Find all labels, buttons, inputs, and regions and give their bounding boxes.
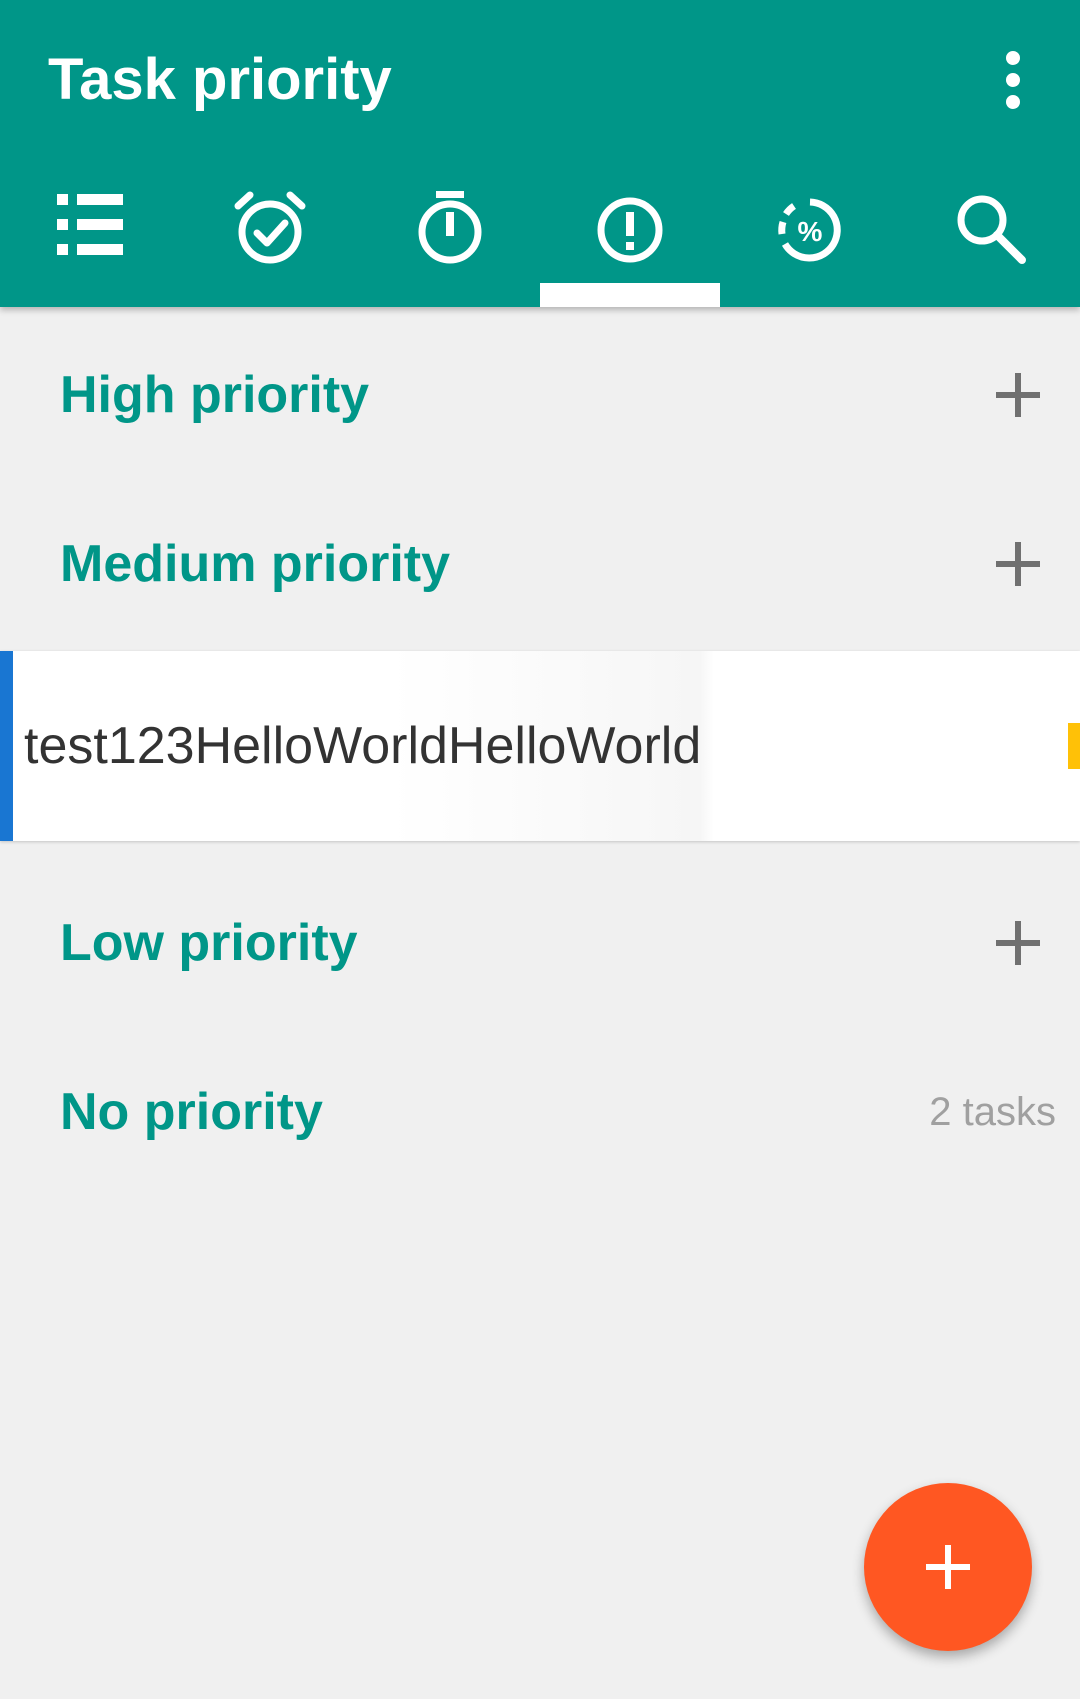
search-icon bbox=[957, 195, 1026, 264]
add-medium-priority-button[interactable] bbox=[990, 536, 1046, 592]
tab-bar: % bbox=[0, 168, 1080, 307]
task-row[interactable]: test123HelloWorldHelloWorld bbox=[0, 651, 1080, 841]
svg-text:%: % bbox=[798, 216, 823, 247]
task-list-color-bar bbox=[0, 651, 13, 841]
section-no-priority[interactable]: No priority 2 tasks bbox=[0, 1032, 1080, 1192]
add-icon bbox=[996, 373, 1040, 417]
tab-priority[interactable] bbox=[540, 168, 720, 307]
list-icon bbox=[57, 194, 123, 255]
add-icon bbox=[996, 921, 1040, 965]
section-title: High priority bbox=[60, 366, 370, 424]
priority-icon bbox=[597, 197, 663, 263]
section-title: Low priority bbox=[60, 914, 358, 972]
task-count: 2 tasks bbox=[929, 1090, 1056, 1134]
tab-timer[interactable] bbox=[360, 168, 540, 307]
tab-list[interactable] bbox=[0, 168, 180, 307]
add-icon bbox=[996, 542, 1040, 586]
tab-reminders[interactable] bbox=[180, 168, 360, 307]
section-title: No priority bbox=[60, 1083, 323, 1141]
add-low-priority-button[interactable] bbox=[990, 915, 1046, 971]
tab-selected-indicator bbox=[540, 283, 720, 307]
section-low-priority: Low priority bbox=[0, 863, 1080, 1023]
section-title: Medium priority bbox=[60, 535, 451, 593]
task-title: test123HelloWorldHelloWorld bbox=[24, 717, 702, 775]
tab-progress[interactable]: % bbox=[720, 168, 900, 307]
add-high-priority-button[interactable] bbox=[990, 367, 1046, 423]
section-high-priority: High priority bbox=[0, 315, 1080, 475]
tab-search[interactable] bbox=[900, 168, 1080, 307]
app-bar: Task priority % bbox=[0, 0, 1080, 307]
timer-icon bbox=[418, 191, 482, 264]
more-vert-icon bbox=[1006, 51, 1020, 109]
alarm-check-icon bbox=[234, 191, 306, 264]
page-title: Task priority bbox=[48, 47, 392, 112]
overflow-menu-button[interactable] bbox=[990, 50, 1036, 110]
task-priority-flag bbox=[1068, 723, 1080, 769]
add-icon bbox=[926, 1545, 970, 1589]
add-task-fab[interactable] bbox=[864, 1483, 1032, 1651]
section-medium-priority: Medium priority bbox=[0, 484, 1080, 644]
progress-percent-icon: % bbox=[778, 198, 841, 262]
